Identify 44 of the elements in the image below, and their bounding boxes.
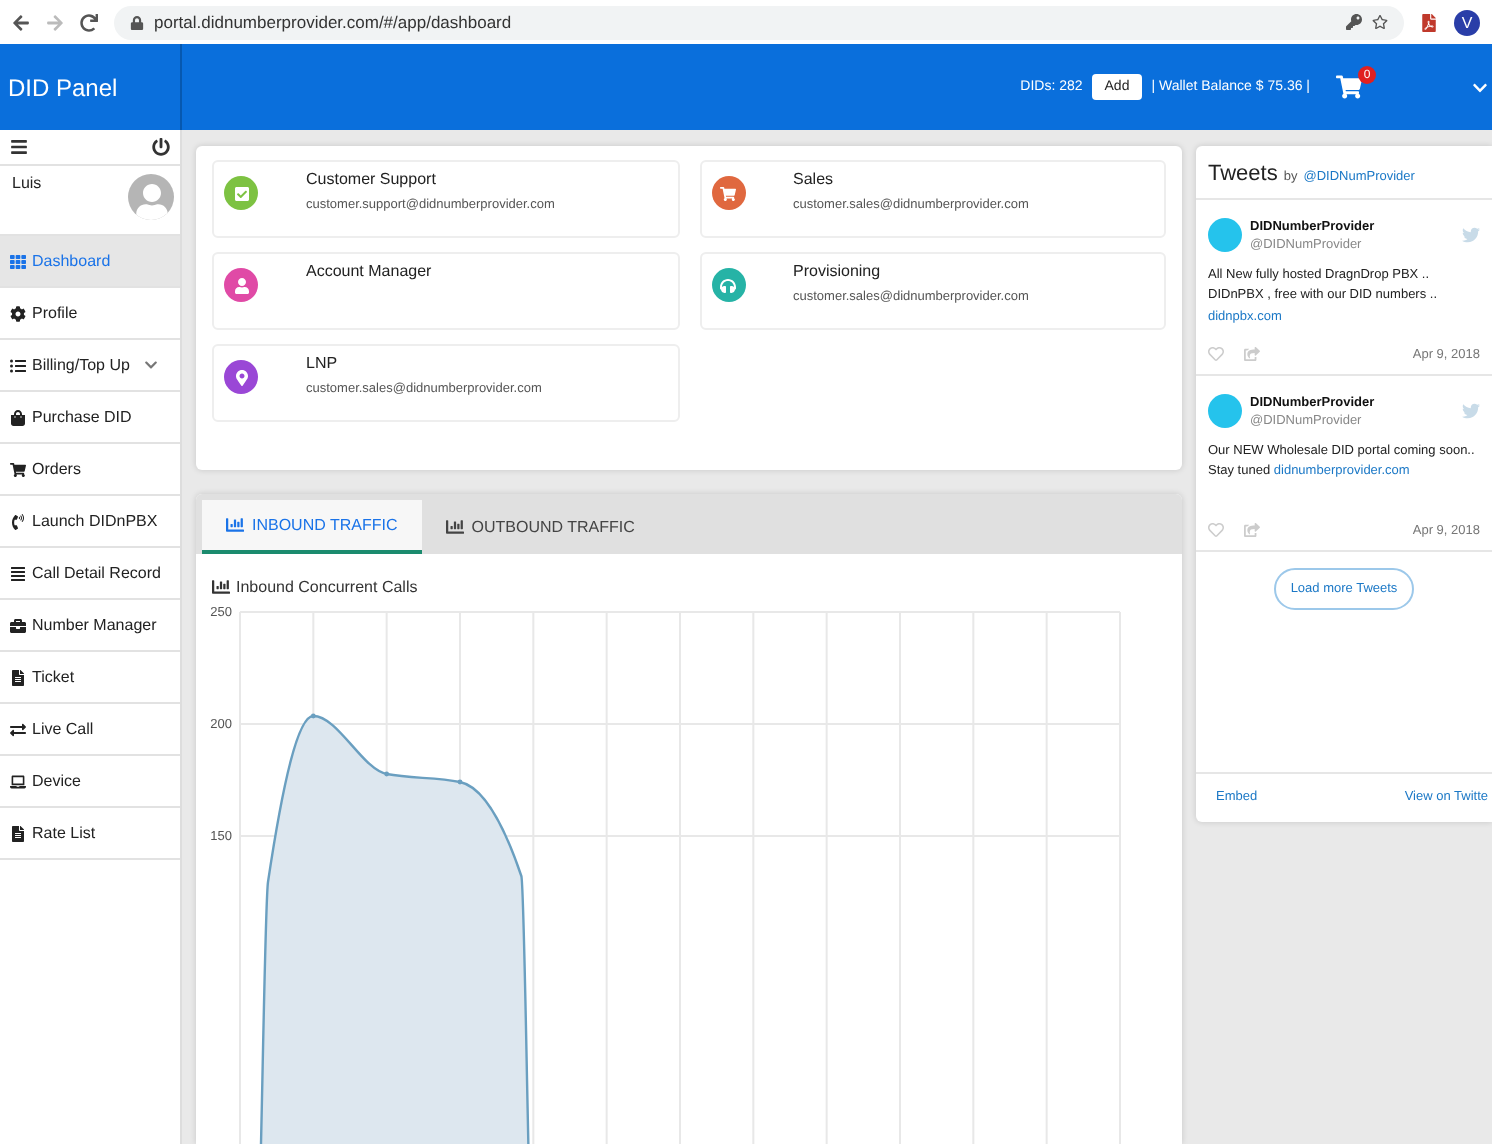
contact-name: Sales (793, 170, 836, 188)
contact-name: Customer Support (306, 170, 438, 188)
chart-title: Inbound Concurrent Calls (236, 578, 418, 596)
bar-chart-icon (226, 516, 244, 534)
bar-chart-icon (445, 518, 464, 536)
contact-name: LNP (306, 354, 340, 372)
reload-icon[interactable] (80, 13, 98, 31)
account-logo (1208, 218, 1242, 252)
chevron-down-icon[interactable] (1472, 79, 1488, 95)
document-icon (10, 669, 26, 685)
bar-chart-icon (212, 578, 230, 596)
user-name: Luis (12, 174, 42, 192)
contact-name: Provisioning (793, 262, 883, 280)
avatar-silhouette (128, 174, 174, 220)
phone-icon (10, 513, 26, 529)
bird-icon (1462, 226, 1480, 244)
cart-icon[interactable] (1336, 74, 1362, 100)
grid-icon (10, 253, 26, 269)
gear-icon (10, 305, 26, 321)
star-icon[interactable] (1372, 14, 1388, 30)
traffic-tab[interactable]: INBOUND TRAFFIC (202, 500, 422, 554)
tweets-title: Tweets (1208, 162, 1278, 186)
traffic-tab[interactable]: OUTBOUND TRAFFIC (421, 500, 659, 554)
pdf-icon[interactable] (1420, 13, 1438, 31)
briefcase-icon (10, 617, 26, 633)
sidebar-item[interactable]: Dashboard (0, 236, 180, 288)
arrows-icon (10, 721, 26, 737)
bag-icon (10, 409, 26, 425)
chevron-down-icon[interactable] (144, 358, 158, 372)
contact-name: Account Manager (306, 262, 432, 280)
account-logo (1208, 394, 1242, 428)
laptop-icon (10, 773, 26, 789)
lock-icon (130, 15, 144, 29)
address-bar[interactable]: portal.didnumberprovider.com/#/app/dashboard (114, 5, 1404, 39)
list-icon (10, 357, 26, 373)
lines-icon (10, 565, 26, 581)
back-icon[interactable] (12, 13, 30, 31)
cart-icon (10, 461, 26, 477)
power-icon[interactable] (152, 138, 170, 156)
document-icon (10, 825, 26, 841)
menu-icon[interactable] (10, 138, 28, 156)
profile-avatar[interactable]: V (1454, 9, 1480, 35)
key-icon[interactable] (1346, 14, 1362, 30)
bird-icon (1462, 402, 1480, 420)
